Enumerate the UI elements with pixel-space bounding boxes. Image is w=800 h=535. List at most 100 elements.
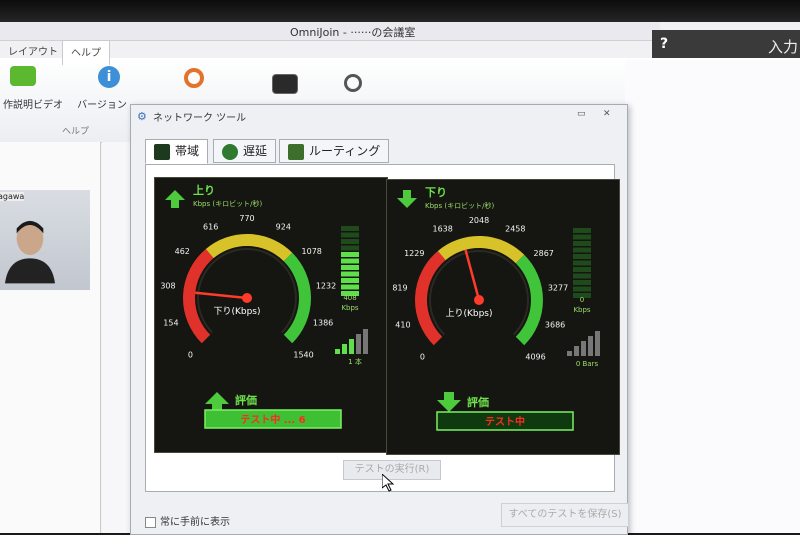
close-button[interactable]: ✕	[603, 109, 611, 119]
signal-bars-label: 1 本	[348, 357, 362, 366]
gauge-tick-label: 410	[395, 321, 410, 330]
tab-latency[interactable]: 遅延	[213, 139, 277, 163]
gauge-tick-label: 154	[163, 319, 178, 328]
monitor-icon[interactable]	[272, 74, 298, 94]
gauge-needle-label: 下り(Kbps)	[213, 306, 260, 317]
tab-bandwidth-label: 帯域	[175, 144, 200, 158]
evaluation-status: テスト中	[485, 415, 525, 428]
participant-name-tag: agawa	[0, 192, 25, 201]
gauge-tick-label: 1232	[316, 281, 336, 290]
level-meter-unit: Kbps	[341, 304, 358, 312]
right-pane	[625, 60, 800, 533]
gauge-tick-label: 2458	[505, 225, 525, 234]
level-meter-segment	[341, 271, 359, 277]
level-meter-segment	[341, 252, 359, 257]
ribbon-group-label: ヘルプ	[62, 127, 90, 137]
info-icon[interactable]: i	[98, 66, 120, 88]
gauge-needle-hub	[242, 293, 252, 303]
network-tool-icon: ⚙	[137, 110, 147, 123]
help-icon[interactable]: ?	[660, 36, 680, 54]
evaluation-status: テスト中 ... 6	[240, 413, 305, 426]
gauge-tick-label: 1638	[433, 225, 453, 234]
gauge-tick-label: 2048	[469, 216, 489, 225]
gauge-tick-label: 770	[239, 214, 254, 223]
tab-bandwidth[interactable]: 帯域	[145, 139, 209, 164]
gauge-tick-label: 0	[420, 353, 425, 362]
dialog-title: ネットワーク ツール	[153, 113, 247, 124]
gauge-tick-label: 3277	[548, 283, 568, 292]
tab-routing-label: ルーティング	[309, 144, 381, 158]
always-on-top-label: 常に手前に表示	[160, 517, 230, 528]
gauge-needle-hub	[474, 295, 484, 305]
signal-bar	[342, 344, 347, 354]
signal-bar	[335, 349, 340, 354]
gauge-tick-label: 1229	[404, 249, 424, 258]
stethoscope-icon[interactable]	[344, 74, 362, 92]
tab-routing[interactable]: ルーティング	[279, 139, 390, 163]
gauge-unit-label: Kbps (キロビット/秒)	[425, 201, 494, 210]
signal-bar	[588, 336, 593, 356]
signal-bar	[349, 339, 354, 354]
level-meter-segment	[573, 280, 591, 285]
gauge-needle-label: 上り(Kbps)	[445, 308, 492, 319]
level-meter-segment	[341, 284, 359, 290]
tab-layout[interactable]: レイアウト	[0, 40, 66, 64]
dialog-titlebar: ⚙ ネットワーク ツール ▭ ✕	[131, 105, 627, 127]
evaluation-label: 評価	[467, 395, 489, 409]
gauge-tick-label: 1386	[313, 319, 333, 328]
evaluation-label: 評価	[235, 393, 257, 407]
level-meter-unit: Kbps	[573, 306, 590, 314]
level-meter-segment	[341, 239, 359, 244]
level-meter-segment	[341, 258, 359, 264]
gauge-tick-label: 308	[160, 281, 175, 290]
evaluation-up-arrow-icon	[205, 392, 229, 412]
up-arrow-icon	[165, 190, 185, 208]
participant-avatar	[5, 220, 55, 284]
upload-gauge: 0 154 308 462 616 770 924 1078 1232 1386 1540 下り(Kb…	[154, 177, 388, 453]
save-all-tests-button[interactable]: すべてのテストを保存(S)	[501, 503, 629, 527]
gauge-tick-label: 0	[188, 351, 193, 360]
input-panel[interactable]: ? 入力	[652, 30, 800, 60]
gauge-canvas: 0 410 819 1229 1638 2048 2458 2867 3277 3686 4096 上…	[392, 186, 600, 431]
gauge-inner-ring	[197, 248, 297, 334]
gauge-unit-label: Kbps (キロビット/秒)	[193, 199, 262, 208]
level-meter-segment	[573, 247, 591, 253]
gauge-tick-label: 616	[203, 223, 218, 232]
always-on-top-checkbox[interactable]: 常に手前に表示	[145, 513, 230, 528]
level-meter-segment	[573, 286, 591, 292]
gauge-tick-label: 819	[392, 283, 407, 292]
gauge-title: 下り	[425, 186, 447, 199]
video-thumbnail[interactable]: agawa	[0, 190, 90, 290]
refresh-icon[interactable]	[184, 68, 204, 88]
signal-bar	[363, 329, 368, 354]
signal-bars-label: 0 Bars	[576, 360, 599, 368]
mouse-cursor	[382, 474, 394, 492]
routing-icon	[288, 143, 304, 160]
gauge-tick-label: 924	[276, 223, 291, 232]
video-play-icon[interactable]	[10, 66, 36, 86]
ribbon-tabs: レイアウト ヘルプ	[0, 40, 660, 65]
level-meter-segment	[341, 245, 359, 251]
gauge-tick-label: 2867	[534, 249, 554, 258]
tab-latency-label: 遅延	[243, 144, 268, 158]
bandwidth-icon	[154, 143, 170, 160]
gauge-tick-label: 4096	[525, 353, 545, 362]
level-meter-segment	[573, 267, 591, 272]
input-label: 入力	[767, 38, 798, 56]
gauge-tick-label: 1078	[302, 247, 322, 256]
gauge-needle	[464, 249, 481, 301]
checkbox-box[interactable]	[145, 516, 156, 528]
tab-help[interactable]: ヘルプ	[62, 40, 110, 65]
level-meter-segment	[341, 226, 359, 231]
window-title: OmniJoin - ······の会議室	[290, 26, 416, 39]
level-meter-segment	[573, 273, 591, 279]
signal-bar	[567, 351, 572, 356]
minimize-button[interactable]: ▭	[577, 109, 586, 119]
tutorial-video-button[interactable]: 作説明ビデオ	[0, 96, 66, 111]
level-meter-segment	[573, 260, 591, 266]
gauge-needle	[195, 291, 248, 300]
version-button[interactable]: バージョン	[72, 96, 132, 111]
signal-bar	[595, 331, 600, 356]
down-arrow-icon	[397, 190, 417, 208]
clock-icon	[222, 143, 238, 160]
